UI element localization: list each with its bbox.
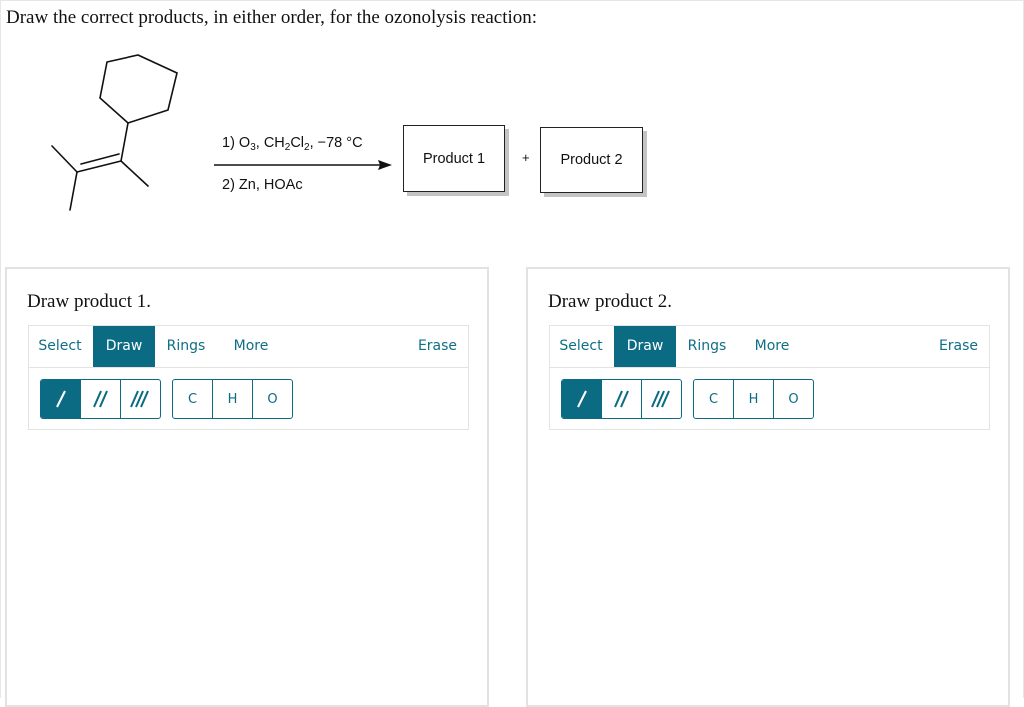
single-bond-button[interactable] <box>562 380 602 418</box>
tab-more[interactable]: More <box>743 326 801 367</box>
erase-button[interactable]: Erase <box>930 326 987 367</box>
product-2-label: Product 2 <box>560 152 623 168</box>
tab-draw[interactable]: Draw <box>614 326 676 367</box>
atom-tools: C H O <box>693 379 814 419</box>
atom-o-button[interactable]: O <box>253 380 292 418</box>
atom-o-button[interactable]: O <box>774 380 813 418</box>
plus-sign: + <box>522 150 530 165</box>
tab-select[interactable]: Select <box>550 326 612 367</box>
draw-panel-2: Draw product 2. Select Draw Rings More E… <box>526 267 1010 707</box>
product-1-label: Product 1 <box>422 150 486 167</box>
drawing-toolbar: Select Draw Rings More Erase C H O <box>28 325 469 430</box>
triple-bond-button[interactable] <box>642 380 681 418</box>
triple-bond-icon <box>129 390 149 408</box>
drawing-toolbar: Select Draw Rings More Erase C H O <box>549 325 990 430</box>
erase-button[interactable]: Erase <box>409 326 466 367</box>
bond-tools <box>40 379 161 419</box>
atom-c-button[interactable]: C <box>173 380 213 418</box>
bond-tools <box>561 379 682 419</box>
tab-rings[interactable]: Rings <box>159 326 213 367</box>
double-bond-button[interactable] <box>602 380 642 418</box>
tab-rings[interactable]: Rings <box>680 326 734 367</box>
toolbar-tabs: Select Draw Rings More Erase <box>29 326 468 368</box>
tab-more[interactable]: More <box>222 326 280 367</box>
atom-h-button[interactable]: H <box>734 380 774 418</box>
reactant-structure <box>51 54 178 211</box>
single-bond-button[interactable] <box>41 380 81 418</box>
triple-bond-icon <box>650 390 670 408</box>
product-2-box[interactable]: Product 2 <box>540 127 643 193</box>
triple-bond-button[interactable] <box>121 380 160 418</box>
single-bond-icon <box>576 390 587 408</box>
tab-select[interactable]: Select <box>29 326 91 367</box>
single-bond-icon <box>55 390 66 408</box>
reaction-condition-2: 2) Zn, HOAc <box>222 177 303 193</box>
double-bond-icon <box>92 390 108 408</box>
panel-title: Draw product 1. <box>27 291 151 312</box>
reaction-arrow <box>214 160 392 170</box>
draw-panel-1: Draw product 1. Select Draw Rings More E… <box>5 267 489 707</box>
product-1-box[interactable]: Product 1 <box>403 125 505 192</box>
atom-c-button[interactable]: C <box>694 380 734 418</box>
question-text: Draw the correct products, in either ord… <box>6 7 538 28</box>
double-bond-icon <box>613 390 629 408</box>
panel-title: Draw product 2. <box>548 291 672 312</box>
reaction-condition-1: 1) O3, CH2Cl2, −78 °C <box>222 135 363 153</box>
tab-draw[interactable]: Draw <box>93 326 155 367</box>
toolbar-tabs: Select Draw Rings More Erase <box>550 326 989 368</box>
atom-tools: C H O <box>172 379 293 419</box>
double-bond-button[interactable] <box>81 380 121 418</box>
atom-h-button[interactable]: H <box>213 380 253 418</box>
